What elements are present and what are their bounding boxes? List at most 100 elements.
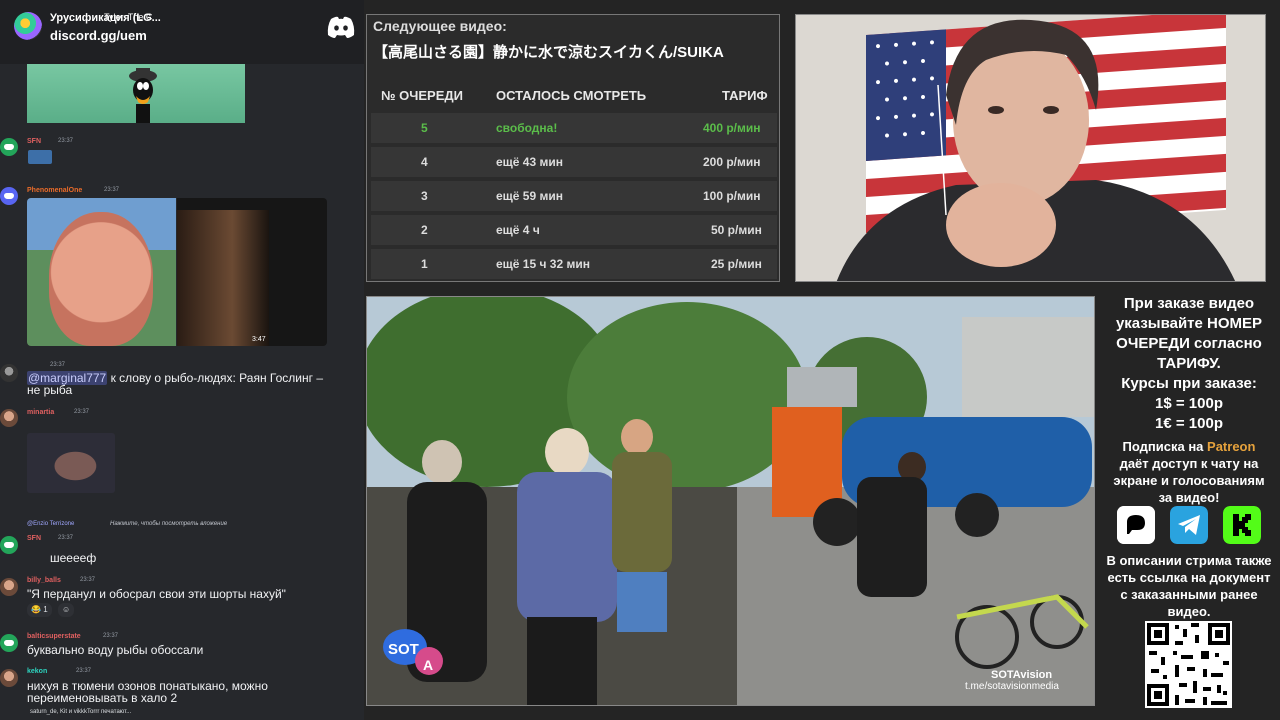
col-header-remaining: ОСТАЛОСЬ СМОТРЕТЬ [496,88,647,103]
queue-remaining: ещё 59 мин [496,189,563,203]
kick-icon[interactable] [1223,506,1261,544]
info-line: Курсы при заказе: [1121,375,1257,392]
reply-username[interactable]: @Enzio Terrizone [27,521,74,527]
watermark-name: SOTAvision [991,669,1053,681]
queue-rate: 400 р/мин [703,121,761,135]
col-header-number: № ОЧЕРЕДИ [381,88,463,103]
info-line: с заказанными ранее [1120,587,1258,602]
queue-table-panel: Следующее видео: 【高尾山さる園】静かに水で涼むスイカくん/SU… [366,14,780,282]
queue-number: 2 [421,223,428,237]
next-video-title: 【高尾山さる園】静かに水で涼むスイカくん/SUIKA [373,44,724,61]
user-avatar[interactable] [0,634,18,652]
next-video-label: Следующее видео: [373,18,507,34]
user-avatar[interactable] [0,409,18,427]
info-line: есть ссылка на документ [1107,570,1271,585]
sot-logo-text: SOT [388,641,419,658]
server-icon [14,12,42,40]
discord-chat-panel: Урусификация (LG... discord.gg/uem SFN 2… [0,0,364,720]
message-text: шееееф [50,551,97,565]
user-avatar[interactable] [0,669,18,687]
patreon-line: Подписка на Patreon [1122,439,1256,454]
streamer-webcam [795,14,1266,282]
message-text-continued: не рыба [27,383,73,397]
telegram-icon[interactable] [1170,506,1208,544]
timestamp: 23:37 [74,409,90,415]
queue-rate: 50 р/мин [711,223,762,237]
sticker-image [28,150,52,164]
user-avatar[interactable] [0,578,18,596]
reaction-button[interactable]: 😂 1 [27,603,52,617]
video-title[interactable]: Tyler, The C [104,12,152,22]
timestamp: 23:37 [103,633,119,639]
username[interactable]: minartia [27,409,54,416]
patreon-link[interactable]: Patreon [1207,439,1255,454]
add-reaction-button[interactable]: ☺ [58,603,75,617]
info-line: В описании стрима также [1106,553,1272,568]
webcam-image [796,15,1265,281]
social-links [1117,506,1261,546]
queue-row: 1 ещё 15 ч 32 мин 25 р/мин [371,249,777,279]
username[interactable]: PhenomenalOne [27,187,82,194]
queue-number: 5 [421,121,428,135]
info-line: экране и голосованиям [1113,473,1265,488]
chat-header: Урусификация (LG... discord.gg/uem [0,0,364,64]
queue-remaining: ещё 43 мин [496,155,563,169]
message-text-continued: переименовывать в халo 2 [27,691,178,705]
user-avatar[interactable] [0,187,18,205]
username[interactable]: balticsuperstate [27,633,81,640]
queue-row: 2 ещё 4 ч 50 р/мин [371,215,777,245]
queue-row: 5 свободна! 400 р/мин [371,113,777,143]
info-line: даёт доступ к чату на [1119,456,1259,471]
timestamp: 23:37 [50,362,66,368]
col-header-rate: ТАРИФ [722,88,768,103]
patreon-icon[interactable] [1117,506,1155,544]
timestamp: 23:37 [76,668,92,674]
user-avatar[interactable] [0,138,18,156]
queue-remaining: ещё 15 ч 32 мин [496,257,590,271]
main-video-player[interactable]: SOT A SOTAvision t.me/sotavisionmedia [366,296,1095,706]
timestamp: 23:37 [80,577,96,583]
queue-row: 4 ещё 43 мин 200 р/мин [371,147,777,177]
info-line: ОЧЕРЕДИ согласно [1116,335,1262,352]
image-attachment[interactable] [27,433,115,493]
message-text: "Я перданул и обосрал свои эти шорты нах… [27,587,286,601]
image-attachment[interactable] [27,198,176,346]
queue-remaining: ещё 4 ч [496,223,540,237]
queue-number: 4 [421,155,428,169]
timestamp: 23:37 [58,138,74,144]
info-line: При заказе видео [1123,295,1255,312]
qr-code-image[interactable] [1145,621,1232,708]
info-panel: При заказе видео указывайте НОМЕР ОЧЕРЕД… [1098,294,1280,620]
video-embed[interactable] [177,198,327,346]
reply-text[interactable]: Нажмите, чтобы посмотреть вложение [110,521,227,527]
username[interactable]: billy_balls [27,577,61,584]
user-avatar[interactable] [0,536,18,554]
info-line: за видео! [1158,490,1220,505]
queue-number: 3 [421,189,428,203]
info-line: ТАРИФУ. [1157,355,1221,372]
timestamp: 23:37 [104,187,120,193]
info-line: 1€ = 100р [1155,415,1223,432]
timestamp: 23:37 [58,535,74,541]
queue-rate: 100 р/мин [703,189,761,203]
queue-row: 3 ещё 59 мин 100 р/мин [371,181,777,211]
message-text: буквально воду рыбы обоссали [27,643,204,657]
typing-indicator: saturn_de, Kit и vikkkTorrr печатают... [30,709,132,715]
info-line: видео. [1167,604,1211,619]
user-avatar[interactable] [0,364,18,382]
sot-logo-letter: A [423,657,434,673]
username[interactable]: kekon [27,668,47,675]
info-line: указывайте НОМЕР [1115,315,1263,332]
discord-icon [327,16,355,38]
video-duration: 3:47 [252,336,266,343]
queue-number: 1 [421,257,428,271]
watermark-link: t.me/sotavisionmedia [965,681,1059,692]
video-frame [367,297,1094,705]
queue-rate: 200 р/мин [703,155,761,169]
queue-remaining: свободна! [496,121,558,135]
username[interactable]: SFN [27,138,41,145]
server-invite: discord.gg/uem [50,28,147,43]
info-line: 1$ = 100р [1155,395,1223,412]
daffy-duck-image [129,68,157,123]
username[interactable]: SFN [27,535,41,542]
